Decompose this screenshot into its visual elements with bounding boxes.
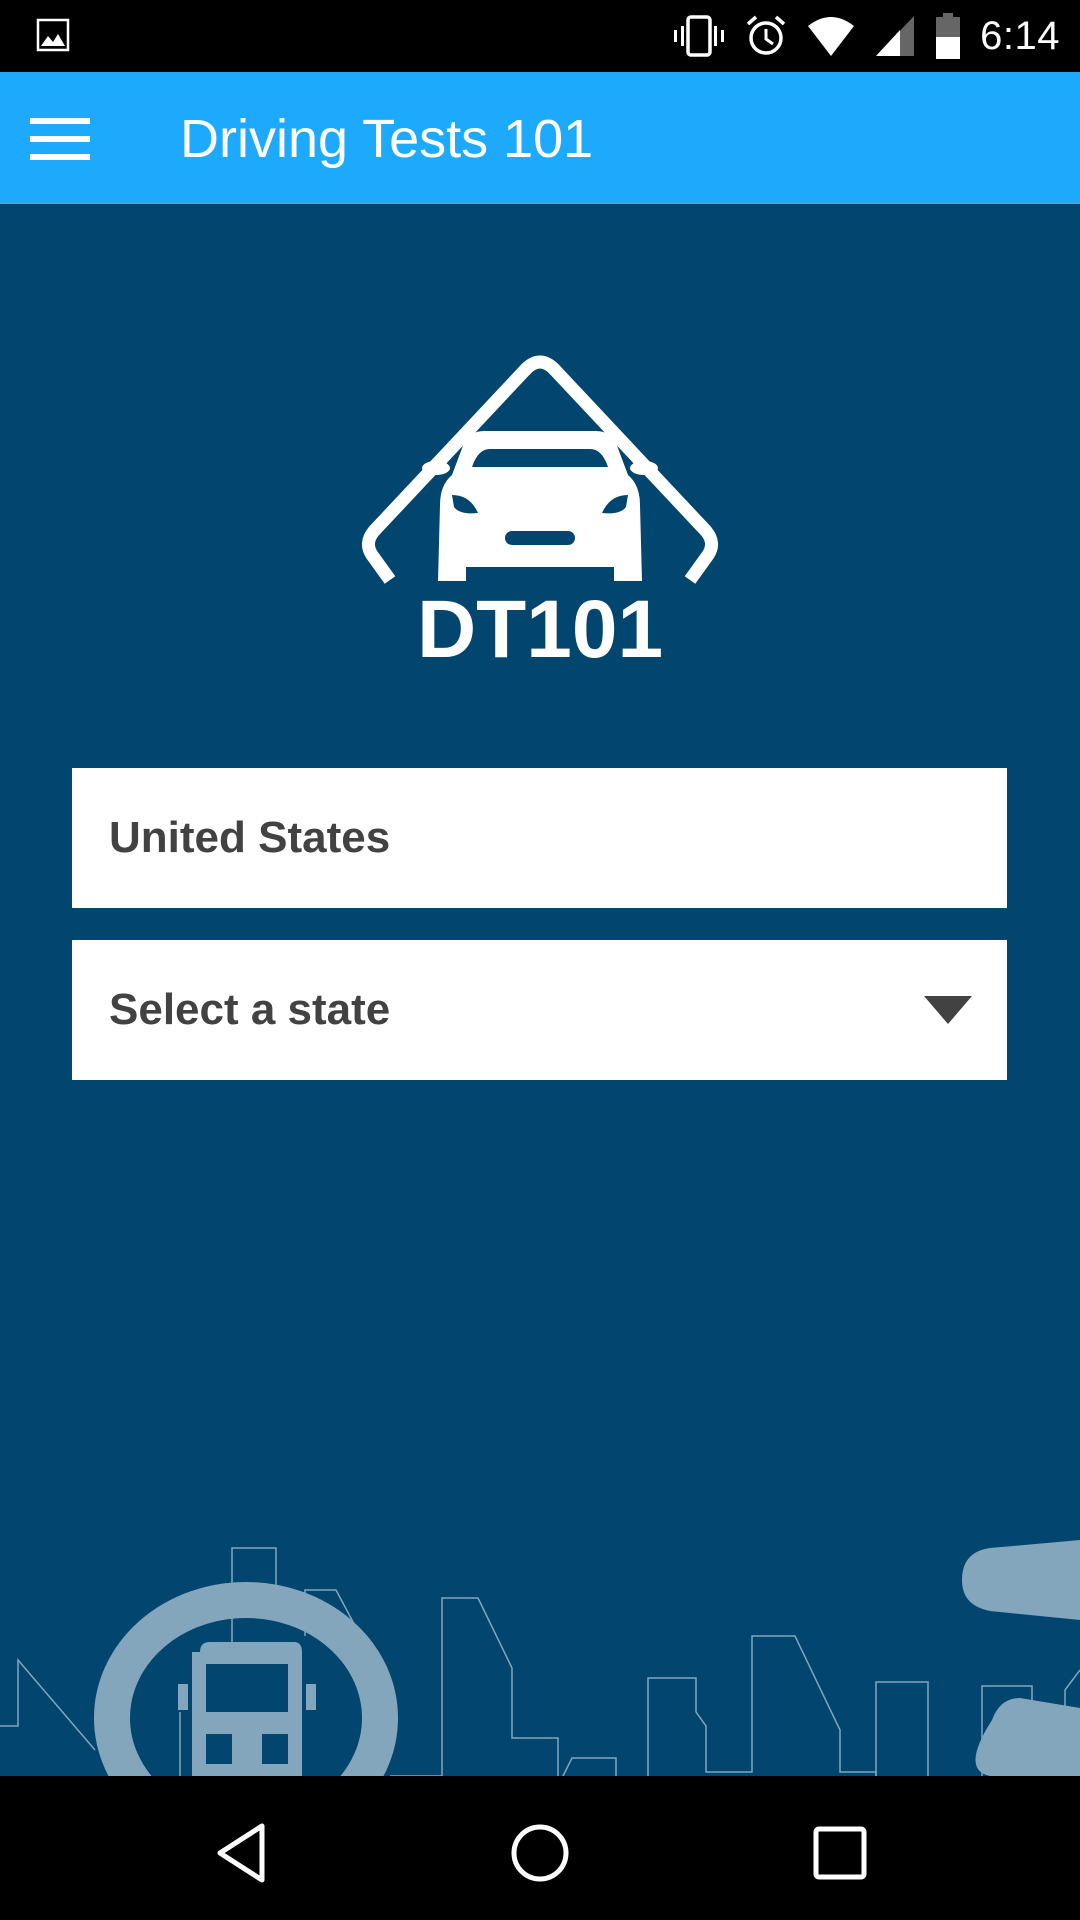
vibrate-icon [674,15,725,57]
skyline-outline [0,1547,1080,1776]
state-dropdown[interactable]: Select a state [72,940,1007,1080]
recents-icon[interactable] [805,1818,875,1888]
image-notification-icon [36,18,70,52]
battery-icon [936,13,961,59]
car-in-diamond-sign-icon [362,355,718,584]
home-icon[interactable] [505,1818,575,1888]
dt101-logo: DT101 [362,355,718,665]
app-bar: Driving Tests 101 [0,72,1080,202]
system-nav-bar [0,1776,1080,1920]
cell-signal-icon [876,16,915,56]
back-icon[interactable] [206,1818,276,1888]
steering-wheel-tram-icon [94,1582,398,1776]
status-time: 6:14 [980,13,1060,58]
country-field[interactable]: United States [72,768,1007,908]
alarm-icon [746,15,786,55]
country-value: United States [109,813,391,862]
status-bar: 6:14 [0,0,1080,72]
dropdown-arrow-icon [924,996,972,1024]
logo-text: DT101 [417,584,663,665]
app-bar-divider [0,202,1080,204]
state-placeholder: Select a state [109,985,391,1034]
hands-illustration [962,1540,1080,1776]
wifi-icon [808,17,855,56]
hamburger-menu-icon[interactable] [30,118,90,160]
city-skyline-illustration [0,1540,1080,1776]
app-title: Driving Tests 101 [180,109,594,169]
